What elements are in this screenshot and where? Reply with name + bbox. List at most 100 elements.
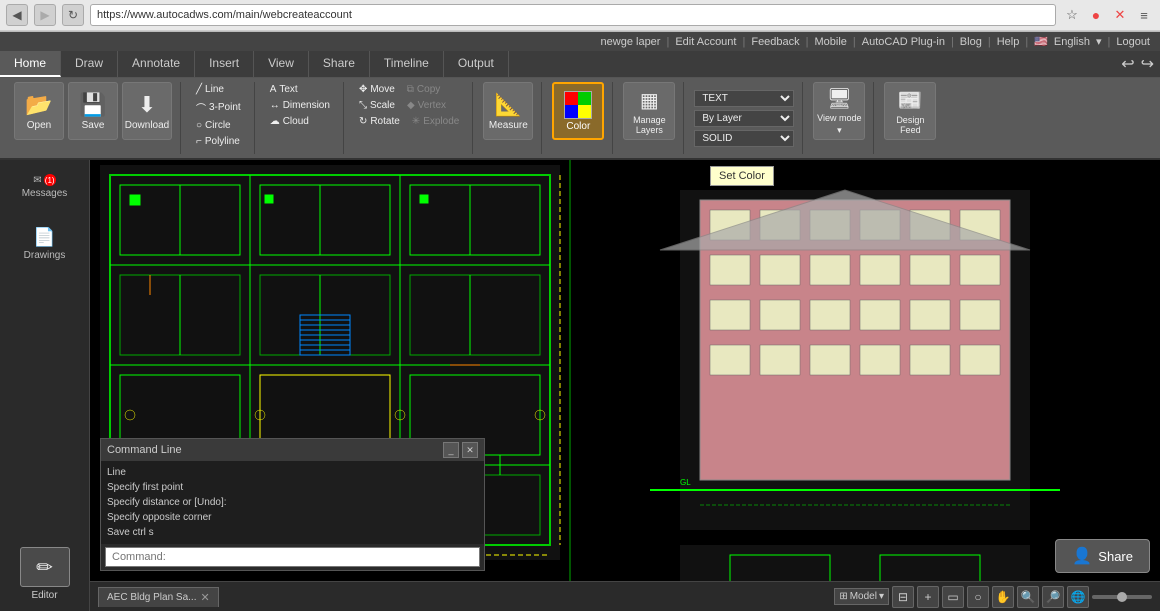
scale-button[interactable]: ⤡ Scale	[354, 98, 400, 113]
globe-button[interactable]: 🌐	[1067, 586, 1089, 608]
design-feed-button[interactable]: 📰 Design Feed	[884, 82, 936, 140]
back-button[interactable]: ◀	[6, 4, 28, 26]
logout-link[interactable]: Logout	[1116, 36, 1150, 48]
share-button[interactable]: 👤 Share	[1055, 539, 1150, 573]
bottom-tb-btn-5[interactable]: ✋	[992, 586, 1014, 608]
circle-button[interactable]: ○ Circle	[191, 118, 236, 133]
feedback-link[interactable]: Feedback	[751, 36, 799, 48]
star-icon[interactable]: ☆	[1062, 5, 1082, 25]
scale-icon: ⤡	[359, 100, 367, 111]
message-badge: (1)	[44, 174, 56, 186]
dimension-button[interactable]: ↔ Dimension	[265, 98, 335, 113]
zoom-slider[interactable]	[1092, 595, 1152, 599]
autocad-plugin-link[interactable]: AutoCAD Plug-in	[862, 36, 945, 48]
polyline-button[interactable]: ⌐ Polyline	[191, 134, 245, 149]
bottom-tb-btn-4[interactable]: ○	[967, 586, 989, 608]
zoom-in-button[interactable]: 🔎	[1042, 586, 1064, 608]
sidebar-item-editor[interactable]: ✏ Editor	[20, 547, 70, 601]
download-button[interactable]: ⬇ Download	[122, 82, 172, 140]
rotate-button[interactable]: ↻ Rotate	[354, 114, 405, 129]
layer-by-select[interactable]: By Layer	[694, 110, 794, 127]
text-button[interactable]: A Text	[265, 82, 303, 97]
canvas-area[interactable]: GL Set Color	[90, 160, 1160, 611]
command-line-title: Command Line	[107, 444, 182, 456]
model-grid-icon: ⊞	[839, 591, 847, 602]
tab-close-icon[interactable]: ✕	[201, 591, 210, 604]
solid-select[interactable]: SOLID	[694, 130, 794, 147]
cmd-line-0: Line	[107, 465, 478, 480]
sidebar-item-drawings[interactable]: 📄 Drawings	[20, 223, 70, 265]
tab-output[interactable]: Output	[444, 51, 509, 77]
language-dropdown-icon[interactable]: ▾	[1096, 35, 1102, 48]
polyline-icon: ⌐	[196, 136, 202, 147]
tab-home[interactable]: Home	[0, 51, 61, 77]
bottom-tb-btn-2[interactable]: +	[917, 586, 939, 608]
line-icon: ╱	[196, 84, 202, 95]
tab-view[interactable]: View	[254, 51, 309, 77]
edit-account-link[interactable]: Edit Account	[675, 36, 736, 48]
move-button[interactable]: ✥ Move	[354, 82, 400, 97]
measure-group: 📐 Measure	[475, 82, 542, 154]
zoom-out-button[interactable]: 🔍	[1017, 586, 1039, 608]
color-grid-icon	[564, 91, 592, 119]
manage-layers-button[interactable]: ▦ Manage Layers	[623, 82, 675, 140]
save-button[interactable]: 💾 Save	[68, 82, 118, 140]
menu-icon[interactable]: ≡	[1134, 5, 1154, 25]
copy-button[interactable]: ⧉ Copy	[402, 82, 446, 97]
color-button[interactable]: Color	[552, 82, 604, 140]
mobile-link[interactable]: Mobile	[815, 36, 847, 48]
rotate-icon: ↻	[359, 116, 367, 127]
dimension-icon: ↔	[270, 100, 280, 111]
line-button[interactable]: ╱ Line	[191, 82, 229, 97]
bottom-tab-aec[interactable]: AEC Bldg Plan Sa... ✕	[98, 587, 219, 607]
model-dropdown-icon: ▾	[879, 591, 884, 602]
modify-group: ✥ Move ⧉ Copy ⤡ Scale ◆ Vertex	[346, 82, 473, 154]
tab-share[interactable]: Share	[309, 51, 370, 77]
language-select[interactable]: English	[1054, 36, 1090, 48]
open-icon: 📂	[25, 92, 52, 118]
command-panel: Command Line _ ✕ Line Specify first poin…	[100, 438, 485, 571]
forward-button[interactable]: ▶	[34, 4, 56, 26]
svg-text:GL: GL	[680, 478, 691, 487]
redo-button[interactable]: ↪	[1141, 54, 1154, 74]
explode-icon: ✳	[412, 116, 420, 127]
draw-group: ╱ Line ⌒ 3-Point ○ Circle ⌐ Polyline	[183, 82, 255, 154]
view-mode-button[interactable]: 🖥 View mode ▾	[813, 82, 865, 140]
bottom-tb-btn-3[interactable]: ▭	[942, 586, 964, 608]
command-input[interactable]	[105, 547, 480, 567]
tab-draw[interactable]: Draw	[61, 51, 118, 77]
undo-button[interactable]: ↩	[1121, 54, 1134, 74]
command-minimize-button[interactable]: _	[443, 442, 459, 458]
three-point-button[interactable]: ⌒ 3-Point	[191, 98, 246, 117]
text-dim-group: A Text ↔ Dimension ☁ Cloud	[257, 82, 344, 154]
bottom-tabs-bar: AEC Bldg Plan Sa... ✕ ⊞ Model ▾ ⊟ + ▭ ○ …	[90, 581, 1160, 611]
circle-icon: ○	[196, 120, 202, 131]
sidebar-item-messages[interactable]: ✉ (1) Messages	[18, 170, 72, 203]
tab-insert[interactable]: Insert	[195, 51, 254, 77]
tab-timeline[interactable]: Timeline	[370, 51, 444, 77]
measure-button[interactable]: 📐 Measure	[483, 82, 533, 140]
refresh-button[interactable]: ↻	[62, 4, 84, 26]
model-selector[interactable]: ⊞ Model ▾	[834, 588, 889, 605]
design-feed-icon: 📰	[898, 88, 923, 113]
layer-type-select[interactable]: TEXT	[694, 90, 794, 107]
address-bar[interactable]	[90, 4, 1056, 26]
vertex-button[interactable]: ◆ Vertex	[402, 98, 451, 113]
design-feed-group: 📰 Design Feed	[876, 82, 944, 154]
tab-annotate[interactable]: Annotate	[118, 51, 195, 77]
cloud-button[interactable]: ☁ Cloud	[265, 114, 314, 129]
left-sidebar: ✉ (1) Messages 📄 Drawings ✏ Editor	[0, 160, 90, 611]
bookmark-icon[interactable]: ●	[1086, 5, 1106, 25]
open-button[interactable]: 📂 Open	[14, 82, 64, 140]
explode-button[interactable]: ✳ Explode	[407, 114, 465, 129]
vertex-icon: ◆	[407, 100, 415, 111]
flag-icon: 🇺🇸	[1034, 35, 1048, 48]
cmd-line-3: Specify opposite corner	[107, 510, 478, 525]
help-link[interactable]: Help	[997, 36, 1020, 48]
command-close-button[interactable]: ✕	[462, 442, 478, 458]
blog-link[interactable]: Blog	[960, 36, 982, 48]
stop-icon[interactable]: ✕	[1110, 5, 1130, 25]
bottom-tb-btn-1[interactable]: ⊟	[892, 586, 914, 608]
view-mode-dropdown-icon[interactable]: ▾	[837, 125, 842, 136]
layers-icon: ▦	[640, 88, 659, 113]
